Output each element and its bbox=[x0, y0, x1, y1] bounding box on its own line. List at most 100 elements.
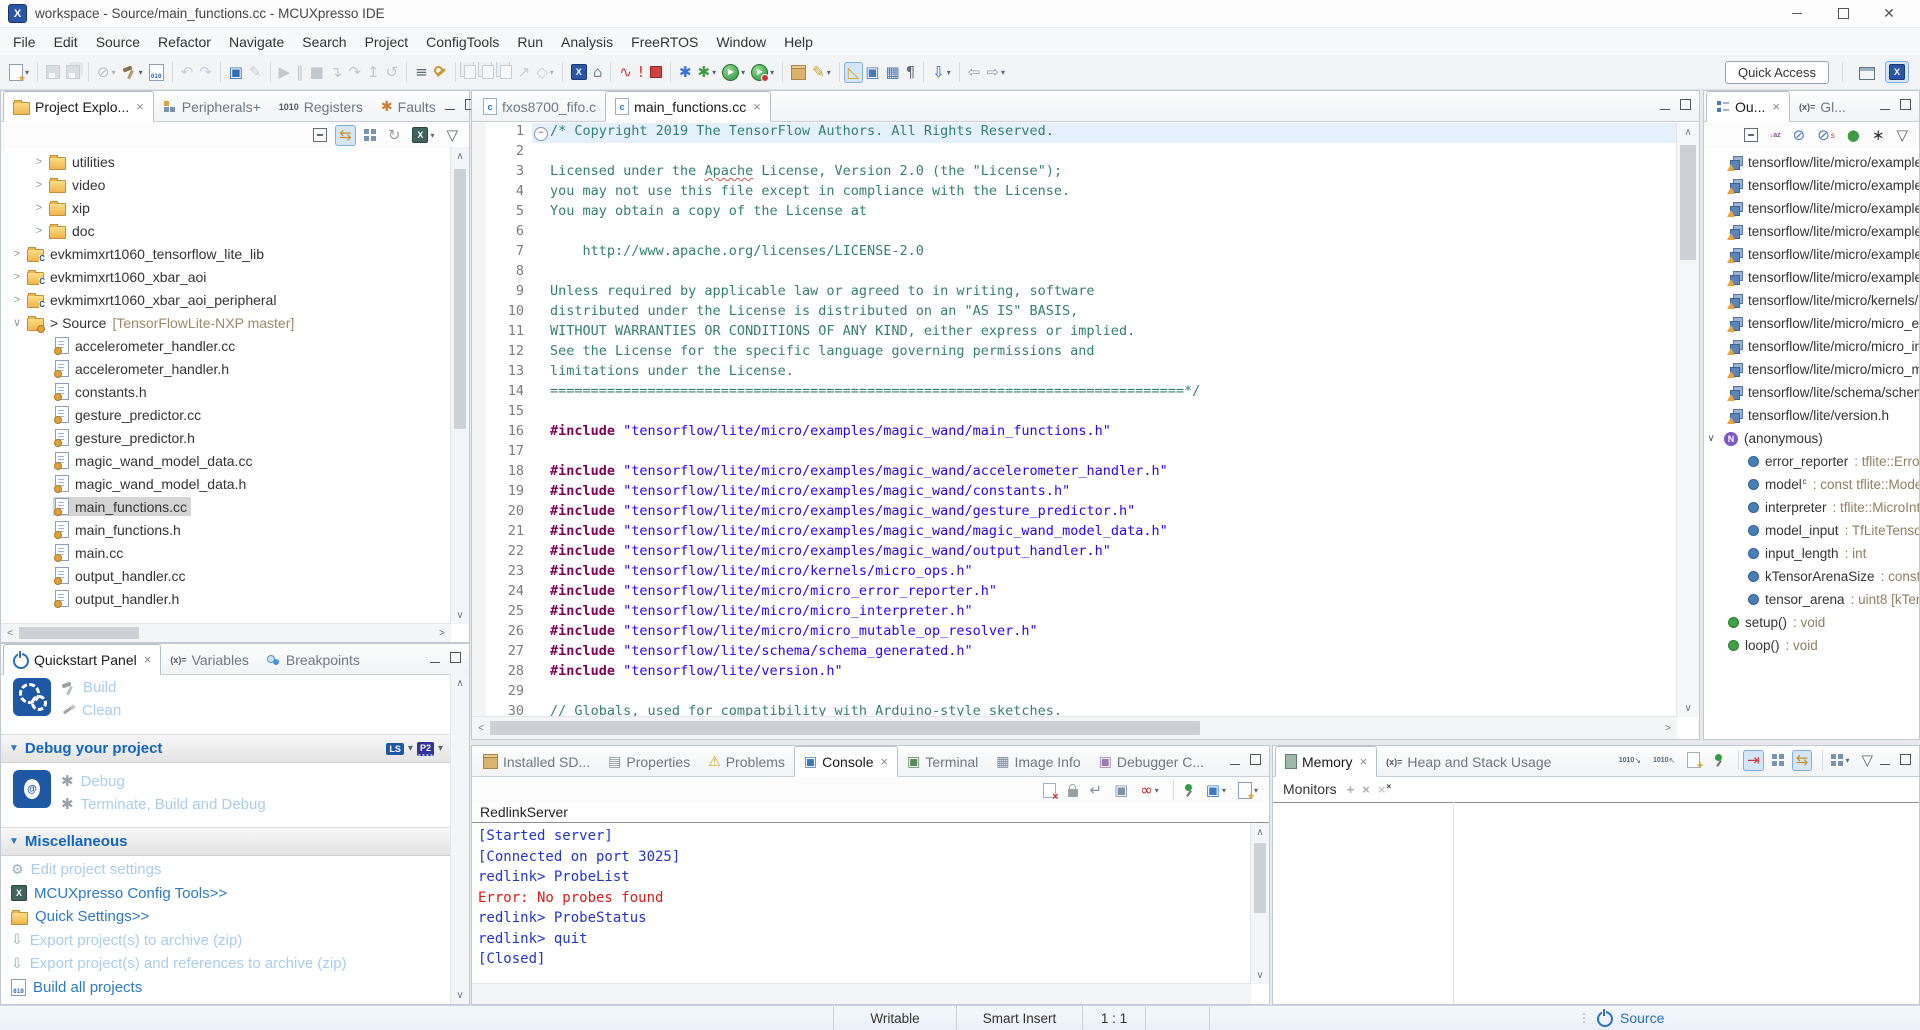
tree-item-gesture-predictor-cc[interactable]: gesture_predictor.cc bbox=[53, 405, 205, 424]
debug-section-header[interactable]: ▼ Debug your project LS ▾ P2 ▾ bbox=[1, 734, 451, 763]
show-on-output-icon[interactable]: ▣ bbox=[1111, 781, 1131, 800]
tab-quickstart-panel[interactable]: Quickstart Panel× bbox=[3, 644, 161, 675]
terminate-icon[interactable]: ■ bbox=[307, 63, 327, 82]
tree-row[interactable]: output_handler.cc bbox=[1, 564, 451, 587]
table-rendering-icon[interactable] bbox=[1769, 752, 1787, 768]
clean-link[interactable]: Clean bbox=[61, 702, 121, 719]
outline-item-error-reporter[interactable]: error_reporter : tflite::ErrorReporter bbox=[1704, 450, 1919, 473]
tree-item-main-functions-h[interactable]: main_functions.h bbox=[53, 520, 185, 539]
tree-item-xip[interactable]: xip bbox=[47, 199, 94, 217]
outline-item-tensorflow-lite-micro-micro-error-reporter-h[interactable]: tensorflow/lite/micro/micro_error_report… bbox=[1704, 312, 1919, 335]
collapsed-chevron-icon[interactable]: > bbox=[31, 156, 47, 168]
tab-installed-sd[interactable]: Installed SD... bbox=[474, 747, 599, 776]
clear-console-icon[interactable] bbox=[1040, 781, 1059, 800]
code-line[interactable]: 17 bbox=[472, 443, 1677, 463]
tab-heap-and-stack-usage[interactable]: (x)=Heap and Stack Usage bbox=[1377, 747, 1560, 776]
code-line[interactable]: 10distributed under the License is distr… bbox=[472, 303, 1677, 323]
skip-breakpoints-icon[interactable]: ⊘▾ bbox=[94, 63, 119, 82]
open-console-icon[interactable]: ▾ bbox=[1235, 780, 1261, 801]
close-button[interactable]: ✕ bbox=[1866, 0, 1912, 27]
code-line[interactable]: 16#include "tensorflow/lite/micro/exampl… bbox=[472, 423, 1677, 443]
minimize-panel-icon[interactable] bbox=[1660, 98, 1670, 113]
menu-navigate[interactable]: Navigate bbox=[220, 28, 293, 55]
tree-row[interactable]: ∨> Source [TensorFlowLite-NXP master] bbox=[1, 311, 451, 334]
flash-icon[interactable]: ≡ bbox=[412, 63, 431, 82]
display-console-icon[interactable]: ▣▾ bbox=[1203, 781, 1229, 800]
misc-section-header[interactable]: ▼ Miscellaneous bbox=[1, 827, 451, 856]
code-line[interactable]: 22#include "tensorflow/lite/micro/exampl… bbox=[472, 543, 1677, 563]
tree-item-video[interactable]: video bbox=[47, 176, 109, 194]
code-line[interactable]: 12See the License for the specific langu… bbox=[472, 343, 1677, 363]
scroll-down-icon[interactable]: ∨ bbox=[451, 986, 469, 1004]
tab-image-info[interactable]: ▦Image Info bbox=[987, 747, 1089, 776]
sdk-console-icon[interactable]: ▣ bbox=[226, 63, 246, 82]
tab-ou[interactable]: Ou...× bbox=[1706, 91, 1790, 122]
code-line[interactable]: 6 bbox=[472, 223, 1677, 243]
tree-item-magic-wand-model-data-cc[interactable]: magic_wand_model_data.cc bbox=[53, 451, 256, 470]
scroll-left-icon[interactable]: < bbox=[472, 719, 490, 737]
tab-peripherals[interactable]: Peripherals+ bbox=[154, 92, 270, 121]
menu-help[interactable]: Help bbox=[775, 28, 822, 55]
scroll-up-icon[interactable]: ∧ bbox=[451, 147, 469, 165]
tree-row[interactable]: accelerometer_handler.h bbox=[1, 357, 451, 380]
probe-badge[interactable]: P2 bbox=[417, 742, 434, 756]
scrollbar-thumb[interactable] bbox=[1680, 145, 1696, 260]
redo-connection-icon[interactable]: ↷ bbox=[196, 63, 215, 82]
maximize-panel-icon[interactable] bbox=[1680, 98, 1691, 113]
paste-icon[interactable] bbox=[479, 63, 497, 81]
outline-item-anonymous[interactable]: ∨N(anonymous) bbox=[1704, 427, 1919, 450]
pilcrow-icon[interactable]: ¶ bbox=[903, 63, 919, 82]
tree-item-accelerometer-handler-cc[interactable]: accelerometer_handler.cc bbox=[53, 336, 239, 355]
menu-configtools[interactable]: ConfigTools bbox=[417, 28, 508, 55]
tree-item-evkmimxrt1060-xbar-aoi-peripheral[interactable]: Cevkmimxrt1060_xbar_aoi_peripheral bbox=[25, 291, 280, 309]
tree-row[interactable]: >doc bbox=[1, 219, 451, 242]
scroll-down-icon[interactable]: ∨ bbox=[1677, 699, 1699, 717]
code-line[interactable]: 23#include "tensorflow/lite/micro/kernel… bbox=[472, 563, 1677, 583]
code-line[interactable]: 11WITHOUT WARRANTIES OR CONDITIONS OF AN… bbox=[472, 323, 1677, 343]
dropdown-icon[interactable]: ▾ bbox=[438, 743, 443, 754]
copy-icon[interactable] bbox=[461, 63, 479, 81]
minimize-panel-icon[interactable] bbox=[430, 651, 440, 666]
menu-freertos[interactable]: FreeRTOS bbox=[622, 28, 707, 55]
scroll-up-icon[interactable]: ∧ bbox=[451, 674, 469, 692]
minimize-panel-icon[interactable] bbox=[445, 98, 455, 113]
minimize-button[interactable] bbox=[1774, 0, 1820, 27]
menu-analysis[interactable]: Analysis bbox=[552, 28, 622, 55]
tab-terminal[interactable]: ▣Terminal bbox=[898, 747, 987, 776]
tab-fxos8700-fifo-c[interactable]: cfxos8700_fifo.c bbox=[474, 92, 605, 121]
misc-link-export-project-s-and-references-to-archive-zip[interactable]: ⇩Export project(s) and references to arc… bbox=[11, 952, 451, 976]
view-menu-icon[interactable]: ▽ bbox=[1893, 126, 1911, 145]
scroll-right-icon[interactable]: > bbox=[433, 624, 451, 642]
tab-properties[interactable]: ▤Properties bbox=[599, 747, 699, 776]
linkserver-badge[interactable]: LS bbox=[386, 743, 404, 755]
tree-item-source[interactable]: > Source [TensorFlowLite-NXP master] bbox=[25, 314, 298, 332]
pin-memory-icon[interactable] bbox=[1709, 752, 1727, 769]
tree-item-gesture-predictor-h[interactable]: gesture_predictor.h bbox=[53, 428, 199, 447]
restart-icon[interactable]: ↺ bbox=[383, 63, 402, 82]
collapsed-chevron-icon[interactable]: > bbox=[31, 202, 47, 214]
collapsed-chevron-icon[interactable]: > bbox=[9, 248, 25, 260]
import-memory-icon[interactable]: 1010↖ bbox=[1650, 754, 1678, 767]
link-console-icon[interactable]: ∞▾ bbox=[1137, 781, 1162, 800]
tab-breakpoints[interactable]: Breakpoints bbox=[258, 645, 369, 674]
mcux-filter-icon[interactable]: X▾ bbox=[409, 125, 437, 145]
menu-refactor[interactable]: Refactor bbox=[149, 28, 220, 55]
debug-icon[interactable]: ✱▾ bbox=[695, 63, 720, 82]
code-line[interactable]: 19#include "tensorflow/lite/micro/exampl… bbox=[472, 483, 1677, 503]
tree-row[interactable]: >Cevkmimxrt1060_xbar_aoi_peripheral bbox=[1, 288, 451, 311]
tree-row[interactable]: >Cevkmimxrt1060_xbar_aoi bbox=[1, 265, 451, 288]
new-memory-view-icon[interactable] bbox=[1684, 750, 1703, 770]
scroll-right-icon[interactable]: > bbox=[1659, 719, 1677, 737]
outline-item-tensor-arena[interactable]: tensor_arena : uint8 [kTensorArenaSize] bbox=[1704, 588, 1919, 611]
sort-icon[interactable]: ↓az bbox=[1767, 130, 1784, 141]
code-line[interactable]: 26#include "tensorflow/lite/micro/micro_… bbox=[472, 623, 1677, 643]
tab-debugger-c[interactable]: ▣Debugger C... bbox=[1090, 747, 1213, 776]
misc-link-build-all-projects[interactable]: Build all projects bbox=[11, 976, 451, 1000]
code-line[interactable]: 7 http://www.apache.org/licenses/LICENSE… bbox=[472, 243, 1677, 263]
outline-item-model[interactable]: modelc : const tflite::Model bbox=[1704, 473, 1919, 496]
outline-item-tensorflow-lite-micro-examples-magic-wand-constants-h[interactable]: tensorflow/lite/micro/examples/magic_wan… bbox=[1704, 197, 1919, 220]
code-line[interactable]: 28#include "tensorflow/lite/version.h" bbox=[472, 663, 1677, 683]
step-return-icon[interactable]: ↥ bbox=[364, 63, 383, 82]
code-line[interactable]: 27#include "tensorflow/lite/schema/schem… bbox=[472, 643, 1677, 663]
close-tab-icon[interactable]: × bbox=[144, 652, 152, 667]
